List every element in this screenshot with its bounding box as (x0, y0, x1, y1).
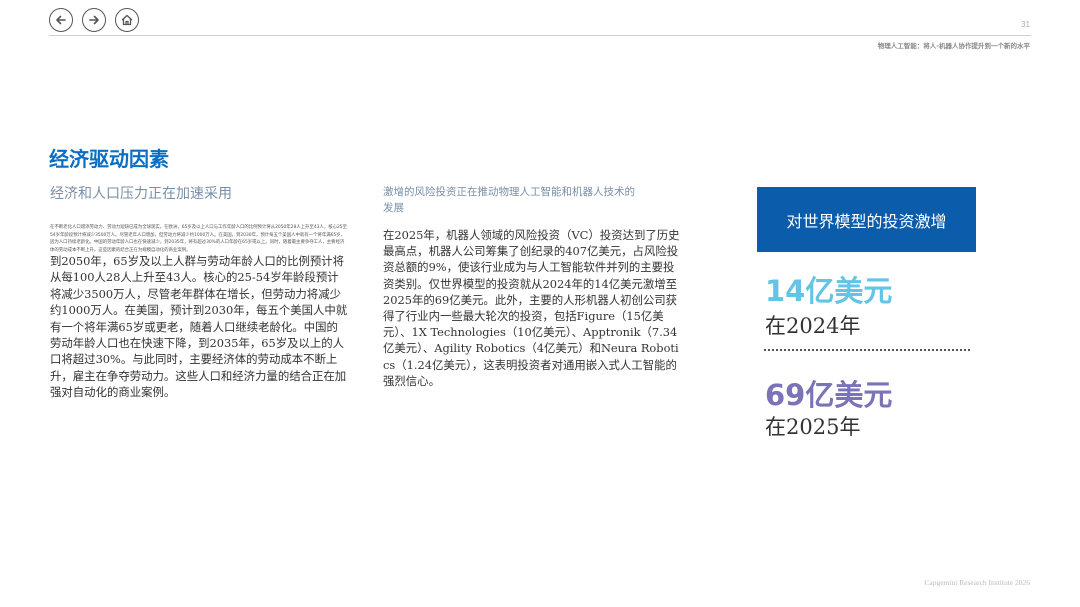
home-button[interactable] (115, 8, 139, 32)
left-body-text: 到2050年，65岁及以上人群与劳动年龄人口的比例预计将从每100人28人上升至… (50, 254, 348, 400)
section-title: 经济驱动因素 (49, 147, 169, 171)
page-number: 31 (1021, 20, 1030, 29)
forward-button[interactable] (82, 8, 106, 32)
stat-2025-label: 在2025年 (765, 415, 861, 439)
navigation-bar (49, 8, 139, 32)
header-divider (49, 35, 1031, 36)
back-button[interactable] (49, 8, 73, 32)
left-small-text: 在不断老化人口增添劳动力、劳动力短缺已成为全球现实。在欧洲，65岁及以上人口与工… (50, 225, 347, 253)
stat-2025-value: 69亿美元 (765, 378, 893, 412)
stat-box-title: 对世界模型的投资激增 (786, 211, 947, 231)
arrow-left-icon (56, 15, 66, 25)
arrow-right-icon (89, 15, 99, 25)
left-subtitle: 经济和人口压力正在加速采用 (50, 186, 232, 202)
footer-credit: Capgemini Research Institute 2026 (924, 578, 1030, 587)
stat-callout-box: 对世界模型的投资激增 (757, 187, 976, 252)
stat-divider (764, 349, 970, 351)
home-icon (121, 14, 133, 26)
middle-body-text: 在2025年，机器人领域的风险投资（VC）投资达到了历史最高点，机器人公司筹集了… (383, 228, 680, 388)
stat-2024-label: 在2024年 (765, 314, 861, 338)
middle-subtitle: 激增的风险投资正在推动物理人工智能和机器人技术的发展 (383, 186, 635, 214)
stat-2024-value: 14亿美元 (765, 274, 893, 308)
running-header-title: 物理人工智能：将人-机器人协作提升到一个新的水平 (877, 42, 1030, 50)
